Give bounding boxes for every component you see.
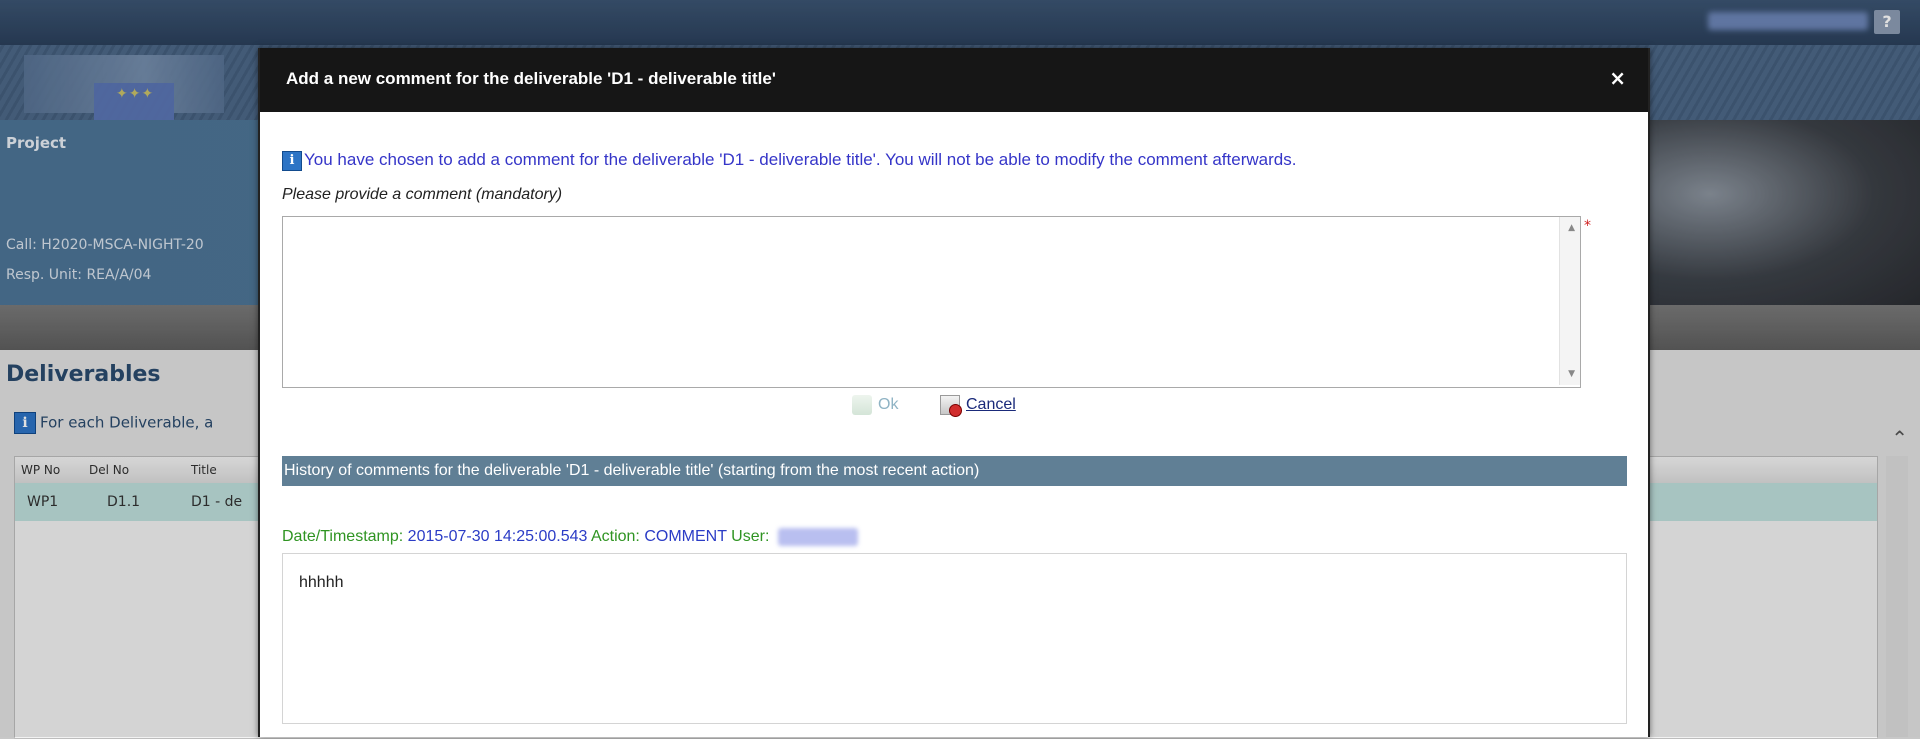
cancel-icon	[940, 395, 962, 417]
history-comment-box: hhhhh	[282, 553, 1627, 724]
timestamp-value: 2015-07-30 14:25:00.543	[407, 528, 588, 546]
user-key: User:	[731, 528, 770, 546]
add-comment-dialog: Add a new comment for the deliverable 'D…	[258, 48, 1650, 737]
user-value-blurred	[777, 528, 858, 546]
comment-prompt-label: Please provide a comment (mandatory)	[282, 186, 563, 203]
info-notice: i You have chosen to add a comment for th…	[282, 150, 1296, 171]
history-header: History of comments for the deliverable …	[282, 456, 1627, 486]
comment-textarea[interactable]	[283, 217, 1558, 385]
timestamp-key: Date/Timestamp:	[282, 528, 404, 546]
history-comment-text: hhhhh	[299, 574, 344, 591]
close-icon[interactable]: ×	[1609, 66, 1626, 90]
textarea-scrollbar[interactable]: ▲ ▼	[1559, 217, 1580, 385]
ok-check-icon	[852, 395, 872, 415]
action-key: Action:	[590, 528, 640, 546]
cancel-label: Cancel	[966, 396, 1016, 414]
action-value: COMMENT	[644, 528, 727, 546]
ok-button[interactable]: Ok	[852, 395, 898, 415]
dialog-header: Add a new comment for the deliverable 'D…	[260, 48, 1648, 112]
history-entry-meta: Date/Timestamp: 2015-07-30 14:25:00.543 …	[282, 528, 858, 546]
required-marker: *	[1584, 218, 1591, 234]
ok-label: Ok	[878, 396, 899, 414]
scroll-down-arrow-icon[interactable]: ▼	[1568, 369, 1575, 379]
dialog-title: Add a new comment for the deliverable 'D…	[286, 69, 776, 88]
comment-field: ▲ ▼	[282, 216, 1581, 388]
cancel-button[interactable]: Cancel	[940, 395, 1016, 417]
notice-text: You have chosen to add a comment for the…	[304, 150, 1297, 169]
scroll-up-arrow-icon[interactable]: ▲	[1568, 223, 1575, 233]
info-icon: i	[282, 150, 302, 171]
